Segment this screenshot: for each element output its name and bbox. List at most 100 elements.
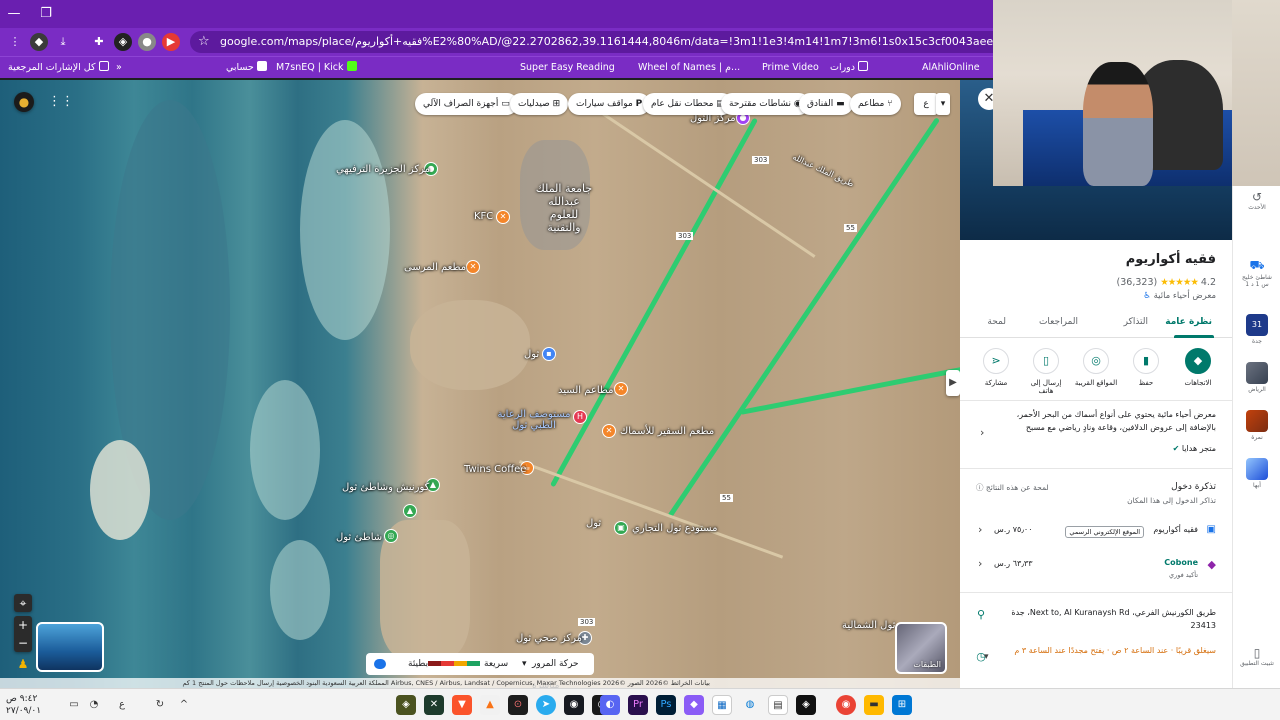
chevron-icon[interactable]: » [116, 60, 122, 76]
address-row[interactable]: طريق الكورنيش الفرعي، Next to, Al Kurana… [1008, 606, 1216, 632]
chip-parking[interactable]: مواقف سيارات P [568, 93, 651, 115]
place-label[interactable]: كورنيش وشاطئ ثول [342, 482, 429, 493]
app-files-icon[interactable]: ▦ [712, 695, 732, 715]
place-rating[interactable]: 4.2 ★★★★★ (36,323) [1117, 277, 1216, 288]
place-label[interactable]: مطعم المرسى [404, 262, 466, 273]
town-pin[interactable]: ▪ [542, 347, 556, 361]
my-location-icon[interactable]: ⌖ [14, 594, 32, 612]
zoom-control[interactable]: + − [14, 616, 32, 652]
place-label[interactable]: KFC [474, 211, 493, 222]
ticket-offer-row[interactable]: ◆ Cobone تأكيد فوري ٦٣٫٣٣ ر.س ‹ [960, 554, 1232, 582]
bookmark-alahli[interactable]: AlAhliOnline [922, 60, 980, 76]
bookmark-super-easy-reading[interactable]: Super Easy Reading [520, 60, 615, 76]
sidebar-item-recent[interactable]: ↺ الأحدث [1237, 190, 1277, 211]
restore-icon[interactable]: ❐ [32, 4, 60, 24]
chevron-left-icon[interactable]: ‹ [980, 426, 984, 439]
app-brave-icon[interactable]: ▼ [452, 695, 472, 715]
menu-dots-icon[interactable]: ⋮ [6, 33, 24, 51]
tab-reviews[interactable]: المراجعات [1039, 317, 1078, 327]
language-indicator[interactable]: ع [112, 695, 132, 715]
beach-pin[interactable]: ◎ [384, 529, 398, 543]
place-label[interactable]: مركز الجزيرة الترفيهي [336, 164, 430, 175]
place-label[interactable]: ثول [586, 518, 601, 529]
layers-button[interactable]: الطبقات [895, 622, 947, 674]
bookmark-kick[interactable]: M7snEQ | Kick [276, 60, 357, 76]
youtube-extension-icon[interactable]: ▶ [162, 33, 180, 51]
extension-icon[interactable]: ◈ [114, 33, 132, 51]
park-pin[interactable]: ▲ [403, 504, 417, 518]
place-label[interactable]: Twins Coffee [464, 464, 526, 475]
extension-icon[interactable]: ● [138, 33, 156, 51]
system-clock[interactable]: ٩:٤٢ ص ٢٧/٠٩/٠١ [6, 693, 41, 717]
bookmark-prime-video[interactable]: Prime Video [762, 60, 819, 76]
bookmark-wheel-of-names[interactable]: Wheel of Names | م... [638, 60, 740, 76]
restaurant-pin[interactable]: ✕ [602, 424, 616, 438]
bookmark-courses[interactable]: دورات [830, 60, 868, 76]
place-category[interactable]: معرض أحياء مائية ♿ [1143, 291, 1216, 301]
tab-about[interactable]: لمحة [987, 317, 1006, 327]
tickets-about-link[interactable]: لمحة عن هذه النتائج ⓘ [976, 482, 1049, 493]
bookmark-account[interactable]: حسابي [226, 60, 267, 76]
install-app-button[interactable]: ▯ تثبيت التطبيق [1237, 646, 1277, 667]
chevron-down-icon[interactable]: ▾ [936, 93, 950, 115]
tab-overview[interactable]: نظرة عامة [1165, 317, 1212, 327]
chip-activities[interactable]: نشاطات مقترحة ◉ [721, 93, 810, 115]
toggle-icon[interactable] [374, 659, 386, 669]
chip-pharmacies[interactable]: صيدليات ⊞ [510, 93, 569, 115]
bookmark-star-icon[interactable]: ☆ [198, 31, 210, 53]
account-avatar-icon[interactable]: ● [14, 92, 34, 112]
place-label[interactable]: مركز صحي ثول [516, 633, 582, 644]
restaurant-pin[interactable]: ✕ [496, 210, 510, 224]
network-icon[interactable]: ◔ [84, 695, 104, 715]
place-label[interactable]: مستودع ثول التجاري [632, 523, 717, 534]
street-view-thumbnail[interactable] [36, 622, 104, 672]
place-label[interactable]: مطاعم السيد [558, 385, 613, 396]
app-steam-icon[interactable]: ◉ [564, 695, 584, 715]
place-label[interactable]: ثول الشمالية [842, 620, 895, 631]
collapse-panel-button[interactable]: ▶ [946, 370, 960, 396]
sidebar-item-riyadh[interactable]: الرياض [1237, 362, 1277, 393]
chip-restaurants[interactable]: مطاعم ⑂ [850, 93, 901, 115]
restaurant-pin[interactable]: ✕ [614, 382, 628, 396]
sidebar-item-beach[interactable]: ⛟ شاطئ خليج 1 س 1 د [1237, 258, 1277, 288]
app-explorer-icon[interactable]: ▬ [864, 695, 884, 715]
bookmark-all[interactable]: كل الإشارات المرجعية [8, 60, 109, 76]
send-to-phone-button[interactable]: ▯ إرسال إلى هاتف [1024, 348, 1068, 395]
app-edge-icon[interactable]: ◍ [740, 695, 760, 715]
start-menu-icon[interactable]: ⊞ [892, 695, 912, 715]
refresh-icon[interactable]: ↻ [150, 695, 170, 715]
sidebar-item-namira[interactable]: نمرة [1237, 410, 1277, 441]
app-premiere-icon[interactable]: Pr [628, 695, 648, 715]
app-vlc-icon[interactable]: ▲ [480, 695, 500, 715]
sidebar-item-abha[interactable]: أبها [1237, 458, 1277, 489]
search-letter[interactable]: ع [914, 93, 938, 115]
map-canvas[interactable]: ● مركز الجزيرة الترفيهي جامعة الملك عبدا… [0, 80, 960, 688]
traffic-legend[interactable]: بطيئة سريعة ▾ حركة المرور مباشرة [366, 653, 594, 688]
chip-atms[interactable]: أجهزة الصراف الآلي ▭ [415, 93, 518, 115]
hospital-pin[interactable]: H [573, 410, 587, 424]
place-label[interactable]: مطعم السفير للأسماك [620, 426, 714, 437]
zoom-out-icon[interactable]: − [14, 634, 32, 652]
app-game-icon[interactable]: ◈ [796, 695, 816, 715]
share-button[interactable]: ⋖ مشاركة [974, 348, 1018, 387]
chevron-down-icon[interactable]: ▾ [984, 652, 989, 662]
store-pin[interactable]: ▣ [614, 521, 628, 535]
pegman-icon[interactable]: ♟ [16, 656, 30, 672]
extension-icon[interactable]: ◆ [30, 33, 48, 51]
nearby-button[interactable]: ◎ المواقع القريبة [1074, 348, 1118, 387]
address-bar[interactable]: ☆ google.com/maps/place/فقيه+أكواريوم%E2… [190, 31, 993, 53]
app-capcut-icon[interactable]: ◆ [684, 695, 704, 715]
directions-button[interactable]: ◆ الاتجاهات [1176, 348, 1220, 387]
place-label[interactable]: مستوصف الرعاية الطبي ثول [496, 409, 572, 431]
app-recorder-icon[interactable]: ⊙ [508, 695, 528, 715]
hours-row[interactable]: سيغلق قريبًا · عند الساعة ٢ ص · يفتح مجد… [1008, 644, 1216, 657]
chip-transit[interactable]: محطات نقل عام ▤ [643, 93, 733, 115]
place-label[interactable]: جامعة الملك عبدالله للعلوم والتقنية [534, 182, 594, 234]
app-photoshop-icon[interactable]: Ps [656, 695, 676, 715]
chevron-up-icon[interactable]: ^ [174, 695, 194, 715]
app-telegram-icon[interactable]: ➤ [536, 695, 556, 715]
extensions-puzzle-icon[interactable]: ✚ [90, 33, 108, 51]
tab-tickets[interactable]: التذاكر [1124, 317, 1148, 327]
app-chrome-icon[interactable]: ◉ [836, 695, 856, 715]
app-discord-icon[interactable]: ◐ [600, 695, 620, 715]
